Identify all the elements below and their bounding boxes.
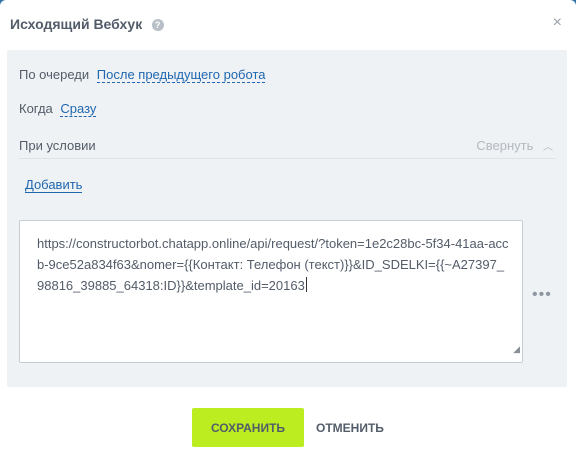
webhook-url-textarea[interactable]: https://constructorbot.chatapp.online/ap… xyxy=(19,220,523,363)
cancel-button[interactable]: ОТМЕНИТЬ xyxy=(310,408,388,447)
chevron-up-icon: ︿ xyxy=(543,142,553,153)
text-caret xyxy=(305,277,307,292)
dialog-title: Исходящий Вебхук xyxy=(10,16,143,32)
when-label: Когда xyxy=(19,101,53,116)
collapse-label: Свернуть xyxy=(476,138,534,153)
condition-divider xyxy=(19,158,555,159)
queue-label: По очереди xyxy=(19,67,90,82)
close-icon[interactable]: × xyxy=(553,14,562,32)
condition-label: При условии xyxy=(19,138,96,153)
queue-row: По очереди После предыдущего робота xyxy=(19,67,266,83)
when-value-link[interactable]: Сразу xyxy=(60,101,97,117)
when-row: Когда Сразу xyxy=(19,101,97,117)
collapse-toggle[interactable]: Свернуть ︿ xyxy=(476,138,553,153)
webhook-dialog: Исходящий Вебхук ? × По очереди После пр… xyxy=(0,0,576,468)
dialog-header: Исходящий Вебхук ? × xyxy=(10,14,566,38)
queue-value-link[interactable]: После предыдущего робота xyxy=(96,67,266,83)
add-condition-link[interactable]: Добавить xyxy=(25,177,83,193)
resize-handle-icon[interactable]: ◢ xyxy=(513,339,520,360)
settings-panel: По очереди После предыдущего робота Когд… xyxy=(7,50,567,387)
webhook-url-text: https://constructorbot.chatapp.online/ap… xyxy=(37,236,509,293)
help-icon[interactable]: ? xyxy=(151,19,164,31)
more-icon[interactable]: ••• xyxy=(532,286,552,304)
condition-row: При условии xyxy=(19,138,96,153)
save-button[interactable]: СОХРАНИТЬ xyxy=(192,408,304,447)
